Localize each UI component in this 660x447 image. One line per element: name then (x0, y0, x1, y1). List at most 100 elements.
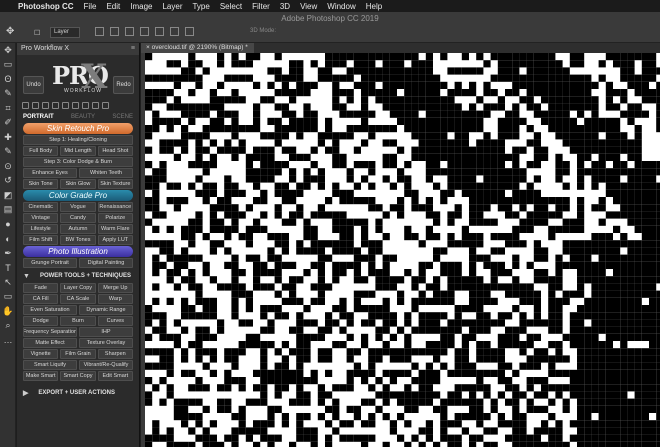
action-button[interactable]: Lifestyle (23, 224, 59, 234)
mini-tool-icon[interactable] (22, 102, 29, 109)
tab-beauty[interactable]: BEAUTY (71, 114, 95, 120)
action-button[interactable]: Dynamic Range (79, 305, 133, 315)
mini-tool-icon[interactable] (82, 102, 89, 109)
brush-icon[interactable]: ✎ (0, 145, 16, 160)
menu-image[interactable]: Image (130, 2, 152, 11)
image-canvas[interactable] (145, 53, 660, 447)
stamp-icon[interactable]: ⊙ (0, 159, 16, 174)
action-button[interactable]: Layer Copy (60, 283, 96, 293)
action-button[interactable]: Fade (23, 283, 59, 293)
align-bottom-icon[interactable] (125, 27, 134, 36)
mini-tool-icon[interactable] (72, 102, 79, 109)
action-button[interactable]: CA Scale (60, 294, 96, 304)
menu-edit[interactable]: Edit (106, 2, 120, 11)
action-button[interactable]: Autumn (60, 224, 96, 234)
action-button[interactable]: Texture Overlay (79, 338, 133, 348)
layer-select-dropdown[interactable]: Layer (50, 27, 80, 38)
document-tab[interactable]: × overcloud.tif @ 2190% (Bitmap) * (141, 43, 254, 53)
action-button[interactable]: Warp (97, 294, 133, 304)
menu-window[interactable]: Window (327, 2, 355, 11)
action-button[interactable]: Merge Up (97, 283, 133, 293)
menu-help[interactable]: Help (366, 2, 382, 11)
action-button[interactable]: Apply LUT (97, 235, 133, 245)
mini-tool-icon[interactable] (92, 102, 99, 109)
action-button[interactable]: Edit Smart (97, 371, 133, 381)
panel-menu-icon[interactable]: ≡ (131, 43, 135, 55)
action-button[interactable]: Warm Flare (97, 224, 133, 234)
action-button[interactable]: Head Shot (97, 146, 133, 156)
action-button[interactable]: Whiten Teeth (79, 168, 133, 178)
action-button[interactable]: Film Grain (60, 349, 96, 359)
pen-icon[interactable]: ✒ (0, 246, 16, 261)
action-button[interactable]: Smart Liquify (23, 360, 77, 370)
action-button[interactable]: CA Fill (23, 294, 59, 304)
distribute-icon[interactable] (185, 27, 194, 36)
hand-icon[interactable]: ✋ (0, 304, 16, 319)
mini-tool-icon[interactable] (52, 102, 59, 109)
type-icon[interactable]: T (0, 261, 16, 276)
power-tools-section[interactable]: ▼ POWER TOOLS + TECHNIQUES (17, 270, 139, 282)
action-button[interactable]: Step 3: Color Dodge & Burn (23, 157, 133, 167)
menu-layer[interactable]: Layer (162, 2, 182, 11)
export-section[interactable]: ▶ EXPORT + USER ACTIONS (17, 387, 139, 399)
eraser-icon[interactable]: ◩ (0, 188, 16, 203)
mini-tool-icon[interactable] (62, 102, 69, 109)
align-middle-icon[interactable] (110, 27, 119, 36)
action-button[interactable]: Skin Tone (23, 179, 59, 189)
blur-icon[interactable]: ● (0, 217, 16, 232)
more-icon[interactable]: … (0, 333, 16, 348)
eyedropper-icon[interactable]: ✐ (0, 116, 16, 131)
quick-select-icon[interactable]: ✎ (0, 87, 16, 102)
action-button[interactable]: IHP (79, 327, 133, 337)
action-button[interactable]: Dodge (23, 316, 59, 326)
action-button[interactable]: Sharpen (97, 349, 133, 359)
menu-type[interactable]: Type (192, 2, 209, 11)
action-button[interactable]: Mid Length (60, 146, 96, 156)
align-right-icon[interactable] (170, 27, 179, 36)
action-button[interactable]: Make Smart (23, 371, 59, 381)
undo-button[interactable]: Undo (23, 76, 44, 94)
action-button[interactable]: Film Shift (23, 235, 59, 245)
redo-button[interactable]: Redo (113, 76, 134, 94)
tab-portrait[interactable]: PORTRAIT (23, 114, 54, 120)
action-button[interactable]: Polarize (97, 213, 133, 223)
menu-3d[interactable]: 3D (280, 2, 290, 11)
action-button[interactable]: Skin Glow (60, 179, 96, 189)
healing-icon[interactable]: ✚ (0, 130, 16, 145)
action-button[interactable]: Full Body (23, 146, 59, 156)
align-left-icon[interactable] (140, 27, 149, 36)
auto-select-checkbox[interactable]: ☐ (34, 29, 40, 37)
mini-tool-icon[interactable] (42, 102, 49, 109)
align-top-icon[interactable] (95, 27, 104, 36)
action-button[interactable]: Even Saturation (23, 305, 77, 315)
action-button[interactable]: Vibrant/Re-Qualify (79, 360, 133, 370)
mini-tool-icon[interactable] (102, 102, 109, 109)
action-button[interactable]: Smart Copy (60, 371, 96, 381)
gradient-icon[interactable]: ▤ (0, 203, 16, 218)
lasso-icon[interactable]: ʘ (0, 72, 16, 87)
action-button[interactable]: Vogue (60, 202, 96, 212)
action-button[interactable]: Frequency Separation (23, 327, 77, 337)
action-button[interactable]: Skin Texture (97, 179, 133, 189)
action-button[interactable]: Vignette (23, 349, 59, 359)
shape-icon[interactable]: ▭ (0, 290, 16, 305)
menu-filter[interactable]: Filter (252, 2, 270, 11)
action-button[interactable]: Burn (60, 316, 96, 326)
action-button[interactable]: Vintage (23, 213, 59, 223)
tab-scene[interactable]: SCENE (112, 114, 133, 120)
mini-tool-icon[interactable] (32, 102, 39, 109)
move-tool-icon[interactable]: ✥ (6, 26, 14, 37)
action-button[interactable]: Candy (60, 213, 96, 223)
action-button[interactable]: Digital Painting (79, 258, 133, 268)
action-button[interactable]: Cinematic (23, 202, 59, 212)
action-button[interactable]: Matte Effect (23, 338, 77, 348)
history-brush-icon[interactable]: ↺ (0, 174, 16, 189)
move-icon[interactable]: ✥ (0, 43, 16, 58)
menu-select[interactable]: Select (220, 2, 242, 11)
menu-file[interactable]: File (84, 2, 97, 11)
action-button[interactable]: BW Tones (60, 235, 96, 245)
marquee-icon[interactable]: ▭ (0, 58, 16, 73)
align-center-icon[interactable] (155, 27, 164, 36)
action-button[interactable]: Enhance Eyes (23, 168, 77, 178)
dodge-icon[interactable]: ◐ (0, 232, 16, 247)
